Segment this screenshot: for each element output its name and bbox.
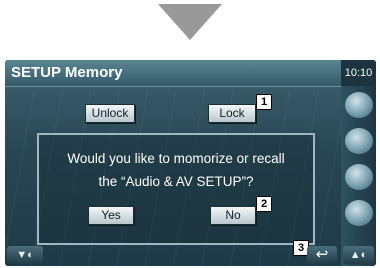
down-arrow-icon [158, 4, 222, 40]
clock: 10:10 [341, 60, 376, 86]
settings-icon[interactable] [345, 92, 373, 118]
volume-up-button[interactable]: ▲◐ [343, 246, 374, 264]
main-panel: SETUP Memory Unlock Lock 1 Would you lik… [5, 60, 341, 266]
back-button[interactable]: ↩ [307, 246, 337, 264]
page-title: SETUP Memory [11, 64, 123, 81]
sidebar [341, 86, 376, 266]
dialog-message-line1: Would you like to momorize or recall [67, 151, 285, 166]
up-triangle-icon: ▲ [349, 249, 361, 261]
media-icon[interactable] [345, 128, 373, 154]
down-triangle-icon: ▼ [16, 249, 28, 261]
head-unit-screen: SETUP Memory Unlock Lock 1 Would you lik… [5, 60, 376, 266]
volume-down-button[interactable]: ▼◐ [7, 246, 43, 264]
yes-button[interactable]: Yes [88, 206, 134, 225]
lock-button[interactable]: Lock [208, 104, 256, 123]
unlock-button[interactable]: Unlock [85, 104, 135, 123]
callout-1: 1 [256, 94, 272, 110]
no-button[interactable]: No [210, 206, 256, 225]
dialog-message-line2: the “Audio & AV SETUP”? [98, 174, 254, 189]
callout-2: 2 [256, 196, 272, 212]
header-bar: SETUP Memory [5, 60, 341, 87]
audio-icon[interactable] [345, 200, 373, 226]
speaker-icon: ◐ [27, 249, 34, 261]
disc-icon[interactable] [345, 164, 373, 190]
speaker-icon: ◐ [360, 249, 368, 261]
confirm-dialog: Would you like to momorize or recall the… [37, 133, 315, 245]
back-icon: ↩ [315, 246, 329, 263]
